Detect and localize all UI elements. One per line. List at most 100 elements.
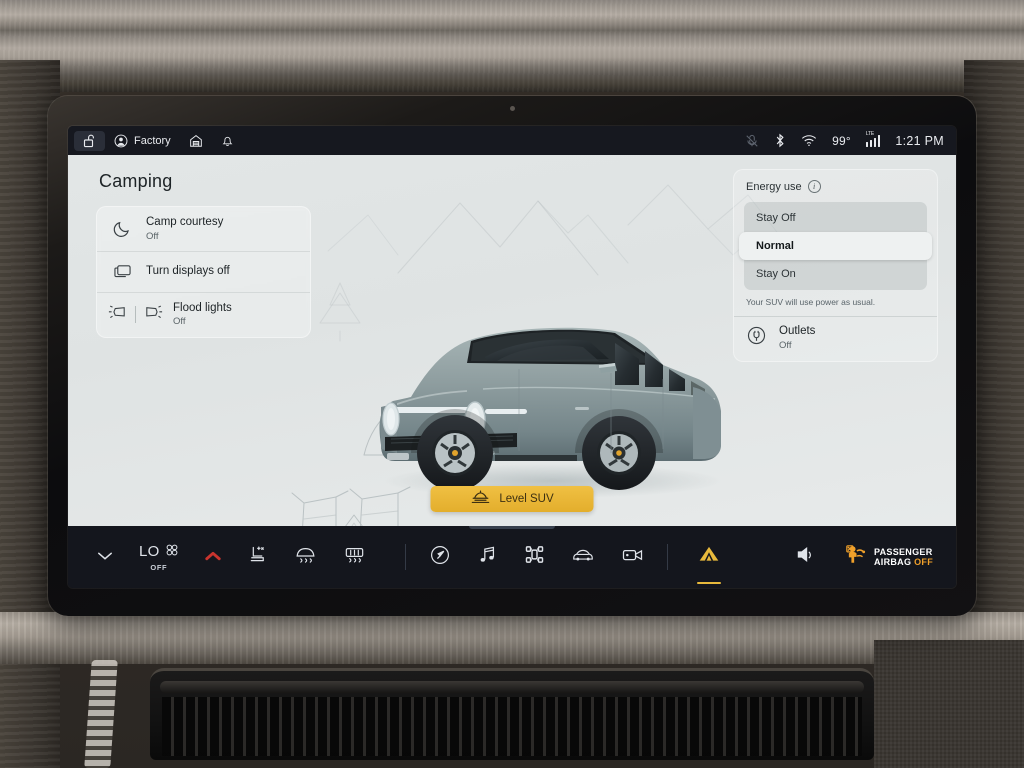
vent-blade[interactable] [160,681,864,693]
network-type-label: LTE [865,131,875,137]
notifications-button[interactable] [212,131,243,151]
camp-courtesy-label: Camp courtesy [146,216,224,228]
camera-button[interactable] [608,546,657,569]
camp-courtesy-row[interactable]: Camp courtesy Off [97,207,310,252]
vehicle-leveling-icon [470,490,490,508]
infotainment-screen: Factory 99° LTE 1:21 PM Camping Camp cou… [68,126,956,588]
driver-temp-readout: LO [139,543,179,561]
display-camera-icon [510,106,515,111]
energy-use-help-text: Your SUV will use power as usual. [734,290,937,317]
lock-button[interactable] [74,130,105,151]
power-plug-icon [746,325,772,351]
energy-option-stay-on[interactable]: Stay On [744,260,927,288]
signal-bars-icon[interactable]: LTE [865,131,881,147]
app-shortcuts [416,544,657,571]
music-button[interactable] [464,544,511,570]
flood-light-right-icon[interactable] [144,303,164,326]
status-bar: Factory 99° LTE 1:21 PM [68,126,956,155]
page-title: Camping [99,171,173,191]
speaker-grille [84,660,118,768]
camp-mode-button[interactable] [678,544,740,584]
flood-lights-row[interactable]: Flood lights Off [97,293,310,337]
bluetooth-icon[interactable] [774,133,786,148]
drive-modes-button[interactable] [511,544,558,570]
driver-temperature-button[interactable]: LO OFF [126,543,192,572]
dashboard-trim-bottom [0,612,1024,664]
outlets-text: Outlets Off [779,325,815,351]
camp-courtesy-text: Camp courtesy Off [146,216,223,242]
taskbar-handle[interactable] [469,526,555,529]
turn-displays-off-row[interactable]: Turn displays off [97,252,310,293]
level-suv-button[interactable]: Level SUV [430,486,594,512]
seat-climate-button[interactable] [234,544,281,570]
level-suv-label: Level SUV [499,493,554,505]
front-defrost-icon [294,545,317,569]
passenger-airbag-icon [844,544,868,571]
fan-icon [165,543,179,561]
vehicle-button[interactable] [558,545,608,570]
outlets-row[interactable]: Outlets Off [734,317,937,361]
front-defrost-button[interactable] [281,545,330,569]
camp-courtesy-state: Off [146,230,159,242]
airbag-line-2: AIRBAG OFF [874,557,933,567]
energy-option-stay-off[interactable]: Stay Off [744,204,927,232]
navigation-button[interactable] [416,544,464,571]
seat-climate-icon [247,544,268,570]
displays-icon [107,263,137,280]
flood-lights-divider [135,306,136,324]
chevron-down-icon [97,548,113,566]
profile-button[interactable]: Factory [105,131,180,151]
camp-mode-icon [696,544,722,571]
airbag-line-2-label: AIRBAG [873,557,912,567]
airbag-line-1: PASSENGER [873,546,933,557]
passenger-airbag-status: PASSENGER AIRBAG OFF [837,541,940,574]
chevron-up-icon [204,548,221,566]
climate-controls: LO OFF [84,543,379,572]
vehicle-icon [571,545,595,570]
dashboard-fabric-panel [874,640,1024,768]
garage-button[interactable] [180,131,212,151]
taskbar-divider-right [666,544,668,570]
energy-use-label: Energy use [746,180,802,193]
rear-defrost-button[interactable] [330,545,379,569]
flood-lights-state: Off [173,316,186,328]
energy-option-normal[interactable]: Normal [739,232,932,260]
speaker-volume-icon [795,545,817,569]
energy-use-header: Energy use i [734,180,937,202]
outlets-label: Outlets [779,325,816,337]
airbag-state: OFF [914,557,933,567]
drive-modes-icon [524,544,545,570]
microphone-muted-icon[interactable] [745,134,759,148]
navigation-icon [429,544,451,571]
music-note-icon [477,544,498,570]
air-vent[interactable] [150,668,874,760]
volume-button[interactable] [775,545,837,569]
vehicle-render [379,327,721,498]
camera-icon [621,546,644,569]
garage-home-icon [189,134,203,148]
vent-louvers [162,697,862,756]
temperature-up-button[interactable] [192,548,234,566]
moon-icon [107,219,137,238]
turn-displays-off-text: Turn displays off [146,265,230,279]
fan-state-label: OFF [150,562,168,572]
outlets-state: Off [779,339,792,351]
temperature-down-button[interactable] [84,548,126,566]
flood-light-left-icon[interactable] [107,303,127,326]
flood-lights-label: Flood lights [173,301,232,314]
info-icon[interactable]: i [807,180,821,193]
energy-use-segmented-control: Stay Off Normal Stay On [739,202,932,290]
flood-lights-icon-group [107,303,164,326]
camping-controls-card: Camp courtesy Off Turn displays off Floo… [96,206,311,338]
camp-mode-active-indicator [696,581,721,584]
rear-defrost-icon [343,545,366,569]
energy-use-panel: Energy use i Stay Off Normal Stay On You… [733,169,938,363]
wifi-icon[interactable] [801,134,817,147]
flood-lights-text: Flood lights Off [173,302,232,328]
passenger-airbag-text: PASSENGER AIRBAG OFF [874,547,933,567]
clock: 1:21 PM [895,133,944,148]
taskbar-divider-left [404,544,406,570]
outside-temperature: 99° [832,133,851,148]
taskbar: LO OFF PASSENGER AIRBAG OFF [68,526,956,588]
user-avatar-icon [114,134,128,148]
